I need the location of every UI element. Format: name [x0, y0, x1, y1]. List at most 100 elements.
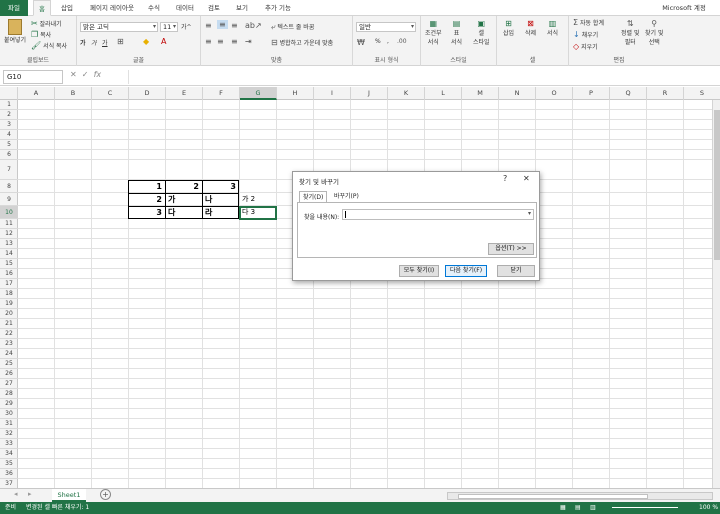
cut-button[interactable]: ✂ 잘라내기 — [31, 19, 62, 28]
row-header-24[interactable]: 24 — [0, 349, 18, 359]
find-what-input[interactable]: ▾ — [342, 209, 534, 220]
row-header-22[interactable]: 22 — [0, 329, 18, 339]
column-header-K[interactable]: K — [388, 87, 425, 100]
find-next-button[interactable]: 다음 찾기(F) — [445, 265, 487, 277]
cell-styles-button[interactable]: ▣ 셀 스타일 — [473, 19, 490, 46]
align-top-button[interactable]: ≡ — [205, 21, 212, 30]
column-header-Q[interactable]: Q — [610, 87, 647, 100]
percent-button[interactable]: % — [375, 38, 381, 45]
align-left-button[interactable]: ≡ — [205, 37, 212, 46]
row-header-6[interactable]: 6 — [0, 150, 18, 160]
page-break-view-icon[interactable]: ▥ — [590, 502, 596, 514]
column-header-A[interactable]: A — [18, 87, 55, 100]
underline-button[interactable]: 가 — [102, 38, 108, 47]
column-header-F[interactable]: F — [203, 87, 240, 100]
row-header-33[interactable]: 33 — [0, 439, 18, 449]
column-header-I[interactable]: I — [314, 87, 351, 100]
worksheet-grid[interactable]: 1 2 3 2 가 나 가 2 3 다 라 다 3 — [18, 100, 720, 488]
row-header-14[interactable]: 14 — [0, 249, 18, 259]
format-cells-button[interactable]: ▥ 서식 — [547, 19, 558, 37]
row-header-11[interactable]: 11 — [0, 219, 18, 229]
row-header-2[interactable]: 2 — [0, 110, 18, 120]
comma-button[interactable]: , — [387, 38, 389, 45]
wrap-text-button[interactable]: ⤶ 텍스트 줄 바꿈 — [271, 22, 314, 32]
align-bottom-button[interactable]: ≡ — [231, 21, 238, 30]
clear-button[interactable]: ◇ 지우기 — [573, 42, 598, 51]
chevron-down-icon[interactable]: ▾ — [528, 210, 531, 217]
decimal-button[interactable]: .00 — [397, 38, 407, 45]
row-header-20[interactable]: 20 — [0, 309, 18, 319]
tab-data[interactable]: 데이터 — [172, 0, 198, 16]
horizontal-scrollbar[interactable] — [447, 492, 713, 500]
tab-addins[interactable]: 추가 기능 — [260, 0, 296, 16]
row-header-13[interactable]: 13 — [0, 239, 18, 249]
merge-center-button[interactable]: ⊟ 병합하고 가운데 맞춤 — [271, 38, 333, 47]
row-header-17[interactable]: 17 — [0, 279, 18, 289]
options-button[interactable]: 옵션(T) >> — [488, 243, 534, 255]
next-sheet-icon[interactable]: ▸ — [28, 490, 32, 498]
close-icon[interactable]: ✕ — [523, 174, 530, 183]
column-header-L[interactable]: L — [425, 87, 462, 100]
row-header-36[interactable]: 36 — [0, 469, 18, 479]
row-header-1[interactable]: 1 — [0, 100, 18, 110]
column-header-J[interactable]: J — [351, 87, 388, 100]
row-header-9[interactable]: 9 — [0, 193, 18, 206]
vertical-scroll-thumb[interactable] — [714, 110, 720, 260]
row-header-21[interactable]: 21 — [0, 319, 18, 329]
column-header-H[interactable]: H — [277, 87, 314, 100]
number-format-select[interactable]: 일반 ▾ — [356, 22, 416, 32]
fill-button[interactable]: ↓ 채우기 — [573, 30, 598, 39]
row-header-15[interactable]: 15 — [0, 259, 18, 269]
currency-button[interactable]: ₩ — [357, 38, 365, 47]
delete-cells-button[interactable]: ⊠ 삭제 — [525, 19, 536, 37]
orientation-button[interactable]: ab↗ — [245, 21, 262, 30]
row-header-16[interactable]: 16 — [0, 269, 18, 279]
column-header-D[interactable]: D — [129, 87, 166, 100]
row-header-5[interactable]: 5 — [0, 140, 18, 150]
sort-filter-button[interactable]: ⇅ 정렬 및 필터 — [621, 19, 639, 46]
row-header-23[interactable]: 23 — [0, 339, 18, 349]
grow-font-button[interactable]: 가^ — [181, 22, 192, 31]
align-center-button[interactable]: ≡ — [217, 37, 224, 46]
prev-sheet-icon[interactable]: ◂ — [14, 490, 18, 498]
function-icon[interactable]: fx — [94, 70, 102, 79]
tab-home[interactable]: 홈 — [33, 0, 51, 16]
column-header-O[interactable]: O — [536, 87, 573, 100]
indent-button[interactable]: ⇥ — [245, 37, 252, 46]
row-header-32[interactable]: 32 — [0, 429, 18, 439]
bold-button[interactable]: 가 — [80, 38, 86, 47]
zoom-slider[interactable] — [612, 507, 678, 508]
align-right-button[interactable]: ≡ — [231, 37, 238, 46]
find-select-button[interactable]: ⚲ 찾기 및 선택 — [645, 19, 663, 46]
row-header-25[interactable]: 25 — [0, 359, 18, 369]
row-header-29[interactable]: 29 — [0, 399, 18, 409]
name-box[interactable]: G10 — [3, 70, 63, 84]
tab-insert[interactable]: 삽입 — [56, 0, 78, 16]
row-header-8[interactable]: 8 — [0, 180, 18, 193]
format-as-table-button[interactable]: ▤ 표 서식 — [451, 19, 462, 46]
close-button[interactable]: 닫기 — [497, 265, 535, 277]
row-header-28[interactable]: 28 — [0, 389, 18, 399]
copy-button[interactable]: ❐ 복사 — [31, 30, 51, 39]
column-header-R[interactable]: R — [647, 87, 684, 100]
row-header-10[interactable]: 10 — [0, 206, 18, 219]
zoom-level[interactable]: 100 % — [699, 502, 718, 514]
tab-file[interactable]: 파일 — [0, 0, 28, 16]
conditional-format-button[interactable]: ▦ 조건부 서식 — [425, 19, 442, 46]
cancel-icon[interactable]: ✕ — [70, 70, 77, 79]
tab-review[interactable]: 검토 — [204, 0, 224, 16]
border-button[interactable]: ⊞ — [117, 37, 124, 46]
row-header-18[interactable]: 18 — [0, 289, 18, 299]
account-label[interactable]: Microsoft 계정 — [650, 0, 718, 16]
row-header-35[interactable]: 35 — [0, 459, 18, 469]
row-header-3[interactable]: 3 — [0, 120, 18, 130]
row-header-26[interactable]: 26 — [0, 369, 18, 379]
row-header-12[interactable]: 12 — [0, 229, 18, 239]
row-header-27[interactable]: 27 — [0, 379, 18, 389]
tab-page-layout[interactable]: 페이지 레이아웃 — [84, 0, 140, 16]
paste-button[interactable]: 붙여넣기 — [3, 19, 27, 44]
row-header-4[interactable]: 4 — [0, 130, 18, 140]
column-header-P[interactable]: P — [573, 87, 610, 100]
row-header-34[interactable]: 34 — [0, 449, 18, 459]
font-size-select[interactable]: 11 ▾ — [160, 22, 178, 32]
